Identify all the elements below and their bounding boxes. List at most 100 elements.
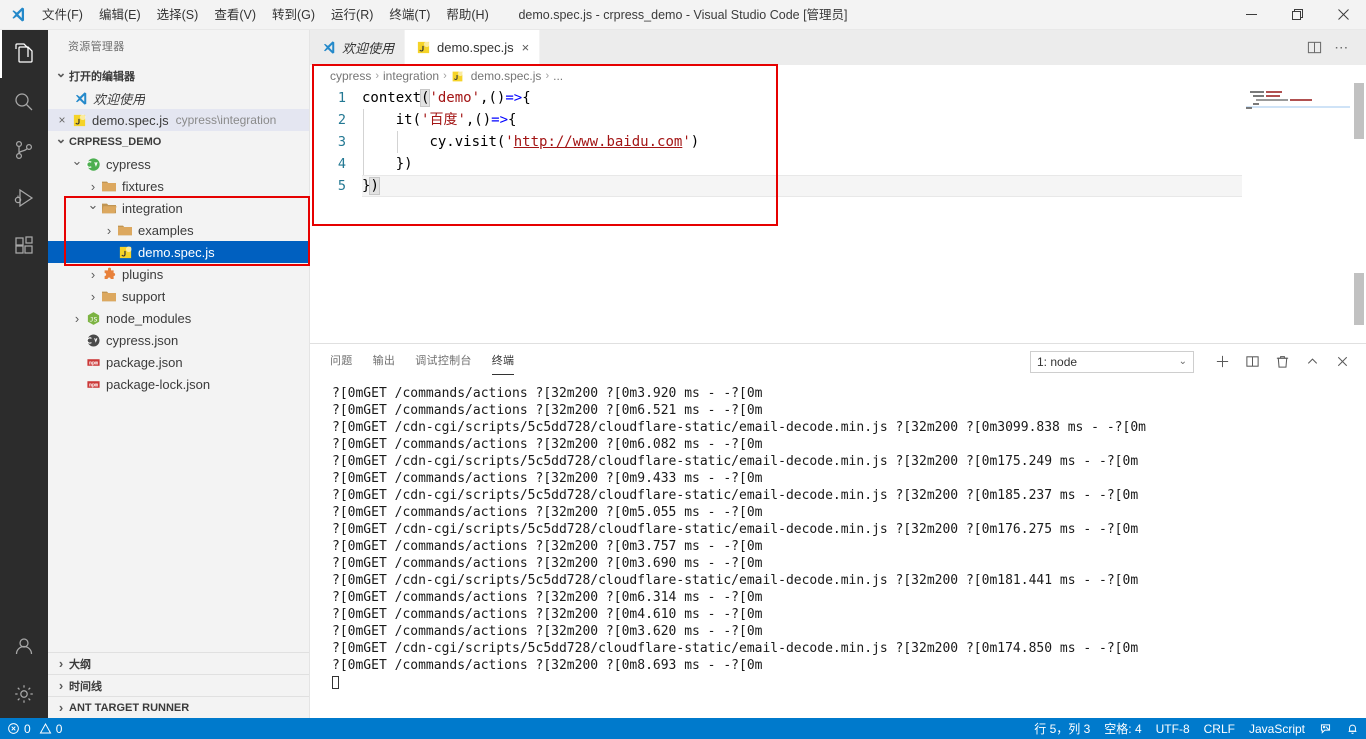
menu-view[interactable]: 查看(V) [206,0,264,30]
status-indentation[interactable]: 空格: 4 [1097,718,1148,739]
tab-close-icon[interactable]: × [522,40,530,55]
activity-extensions-button[interactable] [0,222,48,270]
tree-item-node-modules-label: node_modules [106,310,192,326]
terminal-cursor-line [332,674,1366,691]
tree-item-node-modules[interactable]: JS node_modules [48,307,309,329]
maximize-panel-button[interactable] [1298,348,1326,376]
status-cursor-position[interactable]: 行 5，列 3 [1027,718,1097,739]
tree-item-support[interactable]: support [48,285,309,307]
close-button[interactable] [1320,0,1366,30]
panel-tab-debug-console[interactable]: 调试控制台 [415,344,472,379]
code-editor[interactable]: 1 2 3 4 5 context('demo',()=>{ it('百度',(… [310,87,1366,197]
activity-source-control-button[interactable] [0,126,48,174]
status-language-mode[interactable]: JavaScript [1242,718,1312,739]
chevron-right-icon [53,700,69,715]
terminal-line: ?[0mGET /cdn-cgi/scripts/5c5dd728/cloudf… [332,641,1139,656]
split-terminal-button[interactable] [1238,348,1266,376]
kill-terminal-button[interactable] [1268,348,1296,376]
menu-file[interactable]: 文件(F) [34,0,91,30]
tab-demo-spec-js[interactable]: demo.spec.js × [405,30,541,65]
close-editor-icon[interactable]: × [53,113,71,127]
tree-item-plugins[interactable]: plugins [48,263,309,285]
panel-tab-output[interactable]: 输出 [373,344,396,379]
split-editor-button[interactable] [1300,30,1328,65]
search-icon [15,93,33,111]
activity-accounts-button[interactable] [0,622,48,670]
activity-search-button[interactable] [0,78,48,126]
breadcrumb-separator: › [443,70,447,82]
tree-item-support-label: support [122,288,166,304]
section-ant-target-runner[interactable]: ANT TARGET RUNNER [48,696,309,718]
terminal-line: ?[0mGET /commands/actions ?[32m200 ?[0m6… [332,590,763,605]
chevron-right-icon [85,289,101,304]
activity-bar [0,30,48,718]
terminal-line: ?[0mGET /commands/actions ?[32m200 ?[0m3… [332,386,763,401]
menu-terminal[interactable]: 终端(T) [381,0,438,30]
tree-item-cypress-json[interactable]: cypress.json [48,329,309,351]
menu-edit[interactable]: 编辑(E) [91,0,149,30]
terminal-line: ?[0mGET /commands/actions ?[32m200 ?[0m8… [332,658,763,673]
status-problems[interactable]: 0 0 [0,718,69,739]
status-bar: 0 0 行 5，列 3 空格: 4 UTF-8 CRLF JavaScript [0,718,1366,739]
menu-run[interactable]: 运行(R) [323,0,381,30]
terminal-cursor [332,676,339,689]
maximize-button[interactable] [1274,0,1320,30]
svg-text:npm: npm [88,382,97,388]
chevron-right-icon [69,311,85,326]
minimize-button[interactable] [1228,0,1274,30]
menu-help[interactable]: 帮助(H) [438,0,496,30]
window-controls [1228,0,1366,30]
new-terminal-button[interactable] [1208,348,1236,376]
code-line-1: context('demo',()=>{ [362,89,531,107]
editor-scrollbar-thumb-secondary[interactable] [1354,273,1364,325]
open-editor-demo-spec[interactable]: × demo.spec.js cypress\integration [48,109,309,131]
extensions-icon [15,236,33,254]
editor-scrollbar-thumb[interactable] [1354,83,1364,139]
tree-item-fixtures[interactable]: fixtures [48,175,309,197]
open-editor-welcome[interactable]: 欢迎使用 [48,87,309,109]
section-outline[interactable]: 大纲 [48,652,309,674]
status-encoding[interactable]: UTF-8 [1149,718,1197,739]
breadcrumb-item-integration[interactable]: integration [383,69,439,83]
status-notifications-button[interactable] [1339,718,1366,739]
section-outline-label: 大纲 [69,658,91,671]
menu-selection[interactable]: 选择(S) [149,0,207,30]
more-actions-button[interactable]: ⋯ [1328,30,1356,65]
tab-welcome[interactable]: 欢迎使用 [310,30,406,65]
line-number-gutter: 1 2 3 4 5 [310,87,362,197]
breadcrumb-item-demo-spec-js[interactable]: demo.spec.js [451,69,541,83]
section-project-root[interactable]: CRPRESS_DEMO [48,131,309,153]
breadcrumb-item-more[interactable]: ... [553,69,563,83]
section-ant-target-runner-label: ANT TARGET RUNNER [69,701,190,714]
bell-icon [1348,724,1357,734]
breadcrumb-separator: › [375,70,380,82]
activity-run-debug-button[interactable] [0,174,48,222]
status-error-count: 0 [24,721,31,736]
sidebar-explorer: 资源管理器 打开的编辑器 欢迎使用 × demo.spec.js cypress… [48,30,310,718]
panel-tab-terminal[interactable]: 终端 [491,344,515,379]
tree-item-demo-spec-js[interactable]: demo.spec.js [48,241,309,263]
breadcrumb-item-cypress[interactable]: cypress [330,69,371,83]
tree-item-package-json[interactable]: npm package.json [48,351,309,373]
close-panel-button[interactable] [1328,348,1356,376]
section-open-editors[interactable]: 打开的编辑器 [48,65,309,87]
status-eol[interactable]: CRLF [1197,718,1242,739]
code-line-3: cy.visit('http://www.baidu.com') [429,134,700,150]
tree-item-package-lock-json[interactable]: npm package-lock.json [48,373,309,395]
section-timeline[interactable]: 时间线 [48,674,309,696]
files-icon [15,43,33,63]
line-number: 4 [337,156,346,172]
editor-scrollbar[interactable] [1352,65,1366,343]
terminal-output[interactable]: ?[0mGET /commands/actions ?[32m200 ?[0m3… [310,379,1366,718]
activity-settings-button[interactable] [0,670,48,718]
menu-go[interactable]: 转到(G) [264,0,323,30]
activity-explorer-button[interactable] [0,30,48,78]
terminal-selector[interactable]: 1: node ⌄ [1030,350,1194,373]
tree-item-integration[interactable]: integration [48,197,309,219]
panel-tab-problems[interactable]: 问题 [330,344,353,379]
workbench: 资源管理器 打开的编辑器 欢迎使用 × demo.spec.js cypress… [0,30,1366,718]
status-feedback-button[interactable] [1312,718,1339,739]
tree-item-examples[interactable]: examples [48,219,309,241]
vscode-logo-icon [0,6,34,23]
tree-item-cypress[interactable]: cypress [48,153,309,175]
